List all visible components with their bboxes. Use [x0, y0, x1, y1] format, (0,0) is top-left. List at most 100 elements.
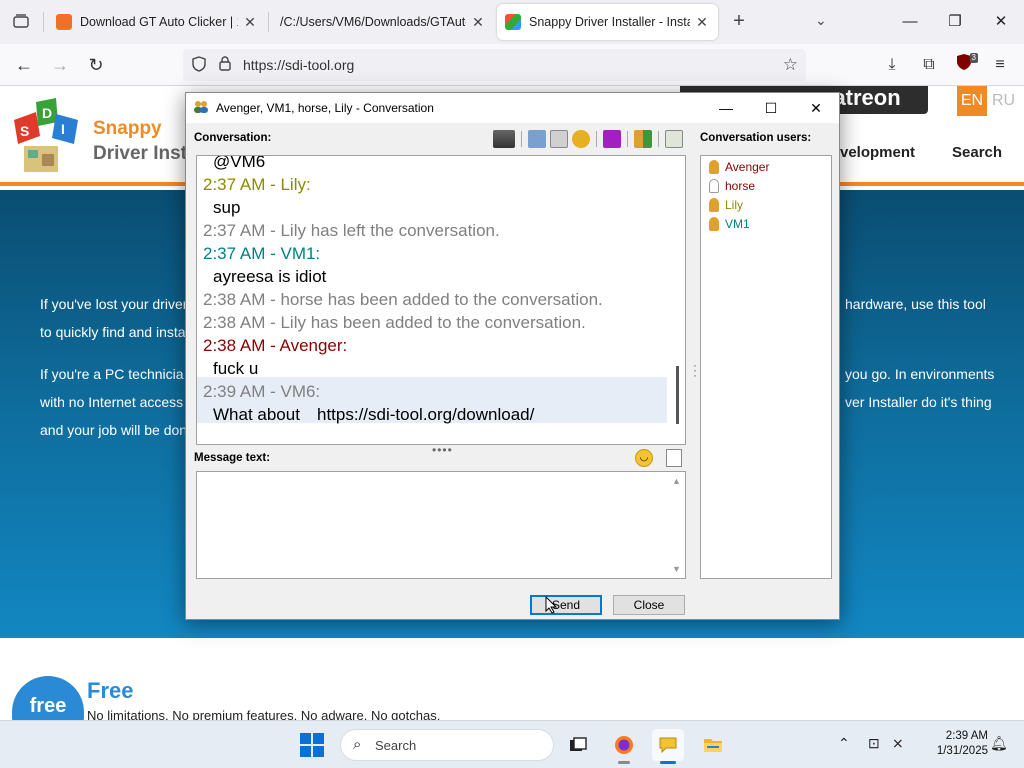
sdi-logo-icon[interactable]: S D I [6, 98, 84, 178]
mouse-cursor-icon [545, 596, 557, 614]
file-explorer-icon[interactable] [697, 729, 729, 761]
extension-badge: 3 [969, 53, 978, 63]
settings-gear-icon[interactable] [572, 130, 590, 148]
address-bar[interactable]: https://sdi-tool.org ☆ [183, 49, 806, 81]
shield-icon[interactable] [192, 56, 206, 75]
font-dropdown-icon[interactable] [493, 130, 515, 148]
windows-start-icon[interactable] [300, 733, 324, 757]
tab-local-file[interactable]: /C:/Users/VM6/Downloads/GTAuto ✕ [272, 4, 494, 40]
users-icon [194, 101, 208, 113]
taskbar-search[interactable]: ⌕ Search [340, 729, 554, 761]
search-placeholder: Search [375, 738, 417, 753]
conversation-scrollbar[interactable] [676, 366, 679, 424]
volume-muted-icon[interactable]: ⨯ [892, 735, 904, 752]
tab-label: Snappy Driver Installer - Install a [529, 15, 690, 29]
leave-conversation-icon[interactable] [665, 130, 683, 148]
user-icon-yellow [709, 198, 719, 212]
document-icon[interactable] [550, 130, 568, 148]
system-clock[interactable]: 2:39 AM 1/31/2025 [920, 729, 988, 759]
vertical-splitter[interactable]: · · · [693, 359, 697, 381]
free-badge-icon: free [12, 676, 84, 720]
smiley-icon[interactable]: ◡ [635, 449, 653, 467]
back-button[interactable]: ← [11, 52, 37, 78]
message-scrollbar[interactable]: ▲ ▼ [669, 472, 685, 578]
horizontal-splitter[interactable]: •••• [432, 443, 453, 457]
user-name: VM1 [725, 217, 750, 231]
system-message: 2:38 AM - horse has been added to the co… [203, 290, 603, 309]
conversation-toolbar [493, 129, 683, 149]
hero-text: ver Installer do it's thing [845, 394, 992, 410]
nav-development[interactable]: velopment [840, 144, 915, 161]
conversation-dialog: Avenger, VM1, horse, Lily - Conversation… [185, 92, 840, 620]
conversation-user-item[interactable]: horse [709, 177, 755, 195]
lang-en-button[interactable]: EN [957, 86, 987, 116]
ublock-extension-icon[interactable]: 3 [952, 53, 978, 77]
attach-note-icon[interactable] [666, 449, 682, 467]
conversation-user-item[interactable]: Lily [709, 196, 743, 214]
scroll-down-icon[interactable]: ▼ [672, 564, 681, 574]
tab-gt-auto-clicker[interactable]: Download GT Auto Clicker | 100 ✕ [48, 4, 266, 40]
dialog-close-button[interactable]: ✕ [798, 95, 834, 121]
forward-button[interactable]: → [47, 52, 73, 78]
video-camera-icon[interactable] [603, 130, 621, 148]
brand-name[interactable]: Snappy [93, 118, 162, 140]
close-tab-icon[interactable]: ✕ [694, 14, 710, 31]
download-link[interactable]: https://sdi-tool.org/download/ [317, 405, 534, 425]
message-text: @VM6 [213, 155, 266, 171]
bookmark-star-icon[interactable]: ☆ [783, 55, 798, 75]
dialog-titlebar[interactable]: Avenger, VM1, horse, Lily - Conversation… [186, 93, 839, 123]
tab-separator [268, 12, 269, 32]
lock-icon[interactable] [219, 56, 231, 74]
close-tab-icon[interactable]: ✕ [242, 14, 258, 31]
close-tab-icon[interactable]: ✕ [470, 14, 486, 31]
task-view-icon[interactable] [562, 729, 594, 761]
tab-list-icon [13, 14, 29, 28]
messenger-app-icon[interactable] [652, 729, 684, 764]
minimize-button[interactable]: — [895, 8, 925, 36]
conversation-users-list[interactable]: Avenger horse Lily VM1 [700, 155, 832, 579]
svg-text:D: D [42, 105, 52, 121]
menu-icon[interactable]: ≡ [988, 53, 1012, 77]
conversation-user-item[interactable]: Avenger [709, 158, 769, 176]
add-user-icon[interactable] [634, 130, 652, 148]
chevron-down-icon[interactable]: ⌄ [815, 12, 827, 29]
close-button[interactable]: Close [613, 595, 685, 615]
hero-text: you go. In environments [845, 366, 995, 382]
history-icon[interactable] [528, 130, 546, 148]
tab-separator [43, 12, 44, 32]
free-title: Free [87, 678, 134, 703]
tab-snappy-driver[interactable]: Snappy Driver Installer - Install a ✕ [497, 4, 718, 40]
taskbar: ⌕ Search ⌃ ⊡ ⨯ 2:39 AM 1/31/2025 🔔︎ [0, 720, 1024, 768]
brand-subtitle[interactable]: Driver Inst [93, 143, 187, 165]
url-text: https://sdi-tool.org [243, 57, 355, 73]
nav-search[interactable]: Search [952, 144, 1002, 161]
send-button[interactable]: Send [530, 595, 602, 615]
lang-ru-button[interactable]: RU [992, 86, 1015, 116]
dialog-minimize-button[interactable]: — [708, 95, 744, 121]
dialog-maximize-button[interactable]: ☐ [753, 95, 789, 121]
tab-bar: Download GT Auto Clicker | 100 ✕ /C:/Use… [0, 0, 1024, 44]
chevron-up-icon[interactable]: ⌃ [838, 735, 850, 752]
tab-list-button[interactable] [8, 8, 34, 34]
firefox-icon[interactable] [608, 729, 640, 764]
network-icon[interactable]: ⊡ [868, 735, 880, 752]
notification-bell-icon[interactable]: 🔔︎ [990, 735, 1008, 752]
reload-button[interactable]: ↻ [83, 52, 109, 78]
message-header: 2:37 AM - VM1: [203, 244, 321, 263]
conversation-history[interactable]: @VM6 2:37 AM - Lily: sup 2:37 AM - Lily has… [196, 155, 686, 445]
conversation-users-label: Conversation users: [700, 132, 812, 144]
navigation-toolbar: ← → ↻ https://sdi-tool.org ☆ ⤓ ⧉ 3 ≡ [0, 44, 1024, 86]
downloads-icon[interactable]: ⤓ [880, 53, 904, 77]
new-tab-button[interactable]: + [727, 10, 751, 34]
conversation-user-item[interactable]: VM1 [709, 215, 750, 233]
close-window-button[interactable]: ✕ [986, 8, 1016, 36]
extensions-icon[interactable]: ⧉ [917, 53, 941, 77]
message-text: fuck u [213, 359, 259, 378]
running-indicator [660, 761, 676, 764]
message-input[interactable]: ▲ ▼ [196, 471, 686, 579]
scroll-up-icon[interactable]: ▲ [672, 476, 681, 486]
message-header: 2:38 AM - Avenger: [203, 336, 348, 355]
message-text: ayreesa is idiot [213, 267, 327, 286]
clock-time: 2:39 AM [945, 730, 988, 742]
restore-button[interactable]: ❐ [940, 8, 970, 36]
